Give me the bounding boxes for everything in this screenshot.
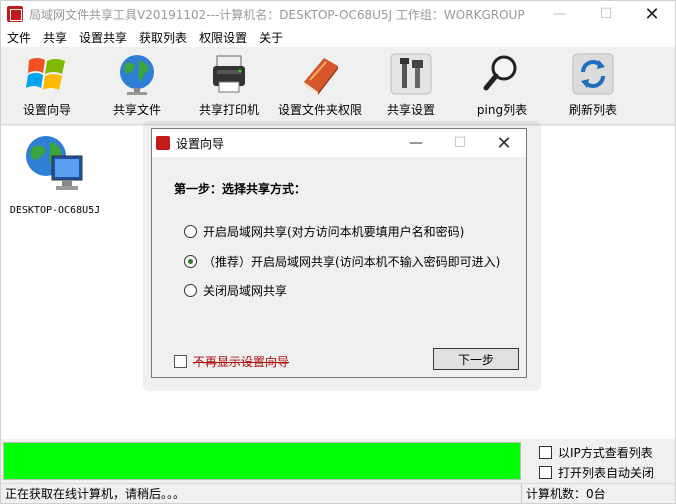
menu-permissions[interactable]: 权限设置 [193, 29, 253, 46]
maximize-button[interactable]: ☐ [583, 1, 629, 27]
toolbar-refresh-list-button[interactable]: 刷新列表 [563, 47, 623, 125]
toolbar-share-printer-label: 共享打印机 [198, 103, 259, 117]
magnifier-icon [478, 51, 526, 97]
tools-icon [387, 51, 435, 97]
next-step-button[interactable]: 下一步 [433, 348, 519, 370]
radio-password[interactable] [184, 225, 197, 238]
menu-share[interactable]: 共享 [37, 29, 73, 46]
toolbar-share-files-button[interactable]: 共享文件 [107, 47, 167, 125]
ip-view-checkbox[interactable] [539, 446, 552, 459]
radio-off-label: 关闭局域网共享 [203, 284, 288, 298]
toolbar-share-files-label: 共享文件 [112, 103, 161, 117]
auto-close-label: 打开列表自动关闭 [558, 466, 655, 480]
share-option-password[interactable]: 开启局域网共享(对方访问本机要填用户名和密码) [184, 223, 464, 240]
title-bar: 局域网文件共享工具V20191102---计算机名：DESKTOP-OC68U5… [1, 1, 675, 27]
computer-name: DESKTOP-OC68U5J [9, 205, 101, 216]
toolbar-folder-permissions-label: 设置文件夹权限 [277, 103, 362, 117]
ip-view-option[interactable]: 以IP方式查看列表 [539, 444, 653, 461]
radio-no-password[interactable] [184, 255, 197, 268]
network-computer-icon [22, 132, 88, 201]
computer-count: 计算机数：0台 [521, 484, 675, 503]
auto-close-option[interactable]: 打开列表自动关闭 [539, 464, 654, 481]
toolbar-share-printer-button[interactable]: 共享打印机 [195, 47, 263, 125]
dialog-title: 设置向导 [176, 136, 225, 151]
main-window: 局域网文件共享工具V20191102---计算机名：DESKTOP-OC68U5… [0, 0, 676, 504]
auto-close-checkbox[interactable] [539, 466, 552, 479]
book-icon [296, 51, 344, 97]
dialog-step-heading: 第一步：选择共享方式： [174, 182, 307, 196]
close-button[interactable]: ✕ [629, 1, 675, 27]
minimize-button[interactable]: — [537, 1, 583, 27]
menu-share-settings[interactable]: 设置共享 [73, 29, 133, 46]
status-message: 正在获取在线计算机，请稍后。。。 [5, 487, 186, 501]
app-logo-icon [7, 6, 23, 22]
toolbar-folder-permissions-button[interactable]: 设置文件夹权限 [275, 47, 365, 125]
menu-get-list[interactable]: 获取列表 [133, 29, 193, 46]
dialog-title-bar: 设置向导 — ☐ ✕ [152, 129, 526, 157]
printer-icon [205, 51, 253, 97]
share-option-off[interactable]: 关闭局域网共享 [184, 282, 287, 299]
radio-no-password-label: （推荐）开启局域网共享(访问本机不输入密码即可进入) [203, 255, 501, 269]
toolbar-share-settings-button[interactable]: 共享设置 [383, 47, 439, 125]
dialog-app-icon [156, 136, 170, 150]
share-option-no-password[interactable]: （推荐）开启局域网共享(访问本机不输入密码即可进入) [184, 253, 500, 270]
ip-view-label: 以IP方式查看列表 [558, 446, 653, 460]
dialog-close-button[interactable]: ✕ [482, 129, 526, 157]
toolbar-ping-list-label: ping列表 [476, 103, 528, 117]
toolbar: 设置向导 共享文件 共享打印机 设置文件夹权限 共享设置 ping列表 刷新列表 [1, 47, 675, 125]
toolbar-ping-list-button[interactable]: ping列表 [471, 47, 533, 125]
refresh-icon [569, 51, 617, 97]
window-title: 局域网文件共享工具V20191102---计算机名：DESKTOP-OC68U5… [29, 7, 525, 22]
radio-off[interactable] [184, 284, 197, 297]
dialog-maximize-button: ☐ [453, 135, 467, 151]
windows-logo-icon [23, 51, 71, 97]
toolbar-setup-wizard-label: 设置向导 [22, 103, 71, 117]
progress-bar [3, 442, 521, 480]
dialog-minimize-button[interactable]: — [394, 129, 438, 157]
progress-area: 以IP方式查看列表 打开列表自动关闭 [1, 439, 675, 483]
computer-item[interactable]: DESKTOP-OC68U5J [9, 132, 101, 216]
setup-wizard-dialog: 设置向导 — ☐ ✕ 第一步：选择共享方式： 开启局域网共享(对方访问本机要填用… [151, 128, 527, 378]
radio-password-label: 开启局域网共享(对方访问本机要填用户名和密码) [203, 225, 465, 239]
toolbar-setup-wizard-button[interactable]: 设置向导 [15, 47, 79, 125]
toolbar-share-settings-label: 共享设置 [386, 103, 435, 117]
toolbar-refresh-list-label: 刷新列表 [568, 103, 617, 117]
dont-show-option[interactable]: 不再显示设置向导 [174, 353, 289, 370]
dont-show-label: 不再显示设置向导 [193, 355, 290, 369]
menu-bar: 文件 共享 设置共享 获取列表 权限设置 关于 [1, 27, 675, 47]
menu-file[interactable]: 文件 [1, 29, 37, 46]
status-bar: 正在获取在线计算机，请稍后。。。 计算机数：0台 [1, 483, 675, 503]
globe-icon [113, 51, 161, 97]
menu-about[interactable]: 关于 [253, 29, 289, 46]
progress-fill [4, 443, 520, 479]
dont-show-checkbox[interactable] [174, 355, 187, 368]
